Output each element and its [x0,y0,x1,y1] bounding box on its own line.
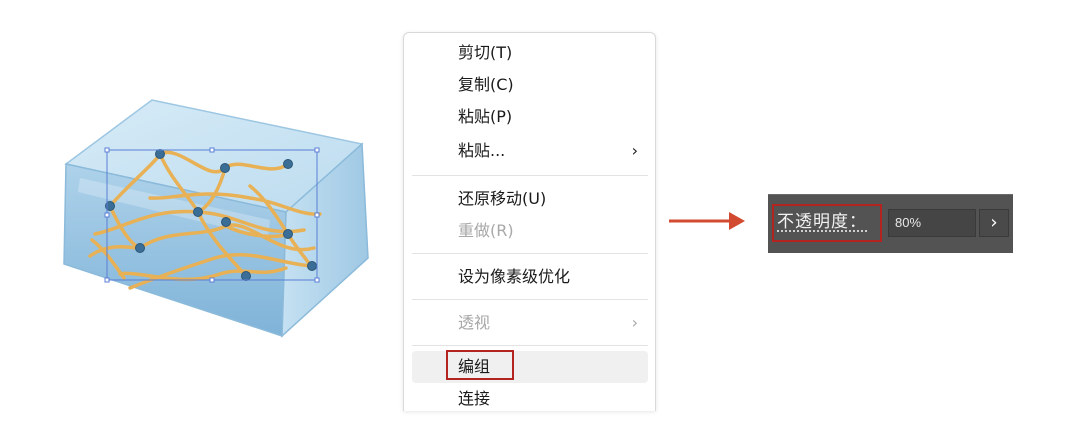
chevron-right-icon: › [990,212,998,233]
menu-item-group[interactable]: 编组 [412,350,648,383]
opacity-expand-button[interactable]: › [979,209,1009,237]
selection-handle [314,147,320,153]
context-menu: 剪切(T) 复制(C) 粘贴(P) 粘贴... › 还原移动(U) 重做(R) … [403,32,656,411]
menu-item-label: 还原移动(U) [458,189,547,208]
opacity-input[interactable]: 80% [888,209,976,237]
menu-item-cut[interactable]: 剪切(T) [412,37,648,69]
selected-gel-box-illustration[interactable] [50,88,380,350]
menu-separator [412,253,648,254]
menu-item-label: 透视 [458,313,491,332]
menu-separator [412,175,648,176]
menu-item-label: 复制(C) [458,75,514,94]
selection-handle [104,147,110,153]
menu-item-paste-submenu[interactable]: 粘贴... › [412,135,648,167]
selection-handle [314,212,320,218]
chevron-right-icon: › [631,313,638,332]
selection-handle [209,147,215,153]
menu-separator [412,299,648,300]
menu-item-label: 粘贴(P) [458,107,513,126]
menu-separator [412,345,648,346]
gel-box [63,99,369,338]
right-arrow-icon [669,212,745,230]
highlight-box [772,204,882,242]
menu-item-pixel-optimize[interactable]: 设为像素级优化 [412,261,648,293]
menu-item-label: 粘贴... [458,141,506,160]
menu-item-label: 编组 [458,357,491,376]
selection-handle [209,277,215,283]
menu-item-undo-move[interactable]: 还原移动(U) [412,183,648,215]
menu-item-copy[interactable]: 复制(C) [412,69,648,101]
chevron-right-icon: › [631,141,638,160]
menu-item-perspective[interactable]: 透视 › [412,307,648,339]
menu-item-paste[interactable]: 粘贴(P) [412,101,648,133]
menu-item-label: 设为像素级优化 [458,267,571,286]
selection-handle [104,212,110,218]
menu-item-label: 连接 [458,389,491,408]
menu-item-redo[interactable]: 重做(R) [412,215,648,247]
selection-handle [314,277,320,283]
menu-item-join[interactable]: 连接 [412,383,648,411]
selection-handle [104,277,110,283]
menu-item-label: 重做(R) [458,221,514,240]
opacity-panel: 不透明度： 80% › [768,194,1013,253]
menu-item-label: 剪切(T) [458,43,513,62]
